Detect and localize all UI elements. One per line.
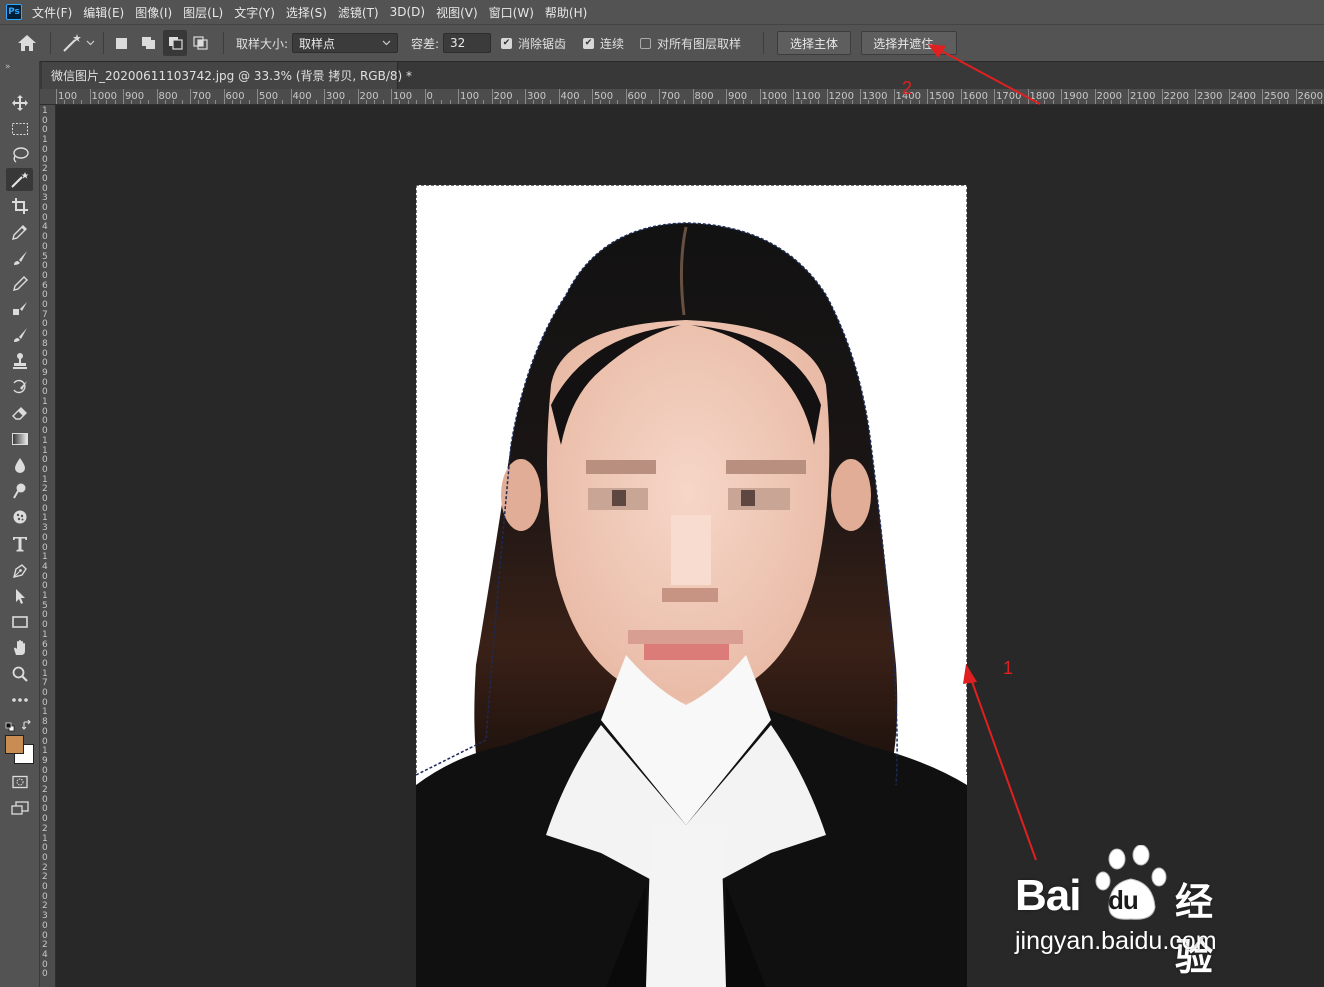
annotation-label-1: 1: [1003, 658, 1014, 678]
watermark-url: jingyan.baidu.com: [1015, 927, 1217, 955]
arrow-1-icon: [963, 664, 1037, 861]
annotation-label-2: 2: [902, 78, 913, 98]
annotation-layer: [928, 44, 1041, 861]
watermark-brand: Bai: [1015, 871, 1081, 920]
watermark-brand-du: du: [1108, 885, 1139, 915]
arrow-2-icon: [928, 44, 1041, 105]
watermark-brand-cn: 经验: [1175, 882, 1213, 979]
